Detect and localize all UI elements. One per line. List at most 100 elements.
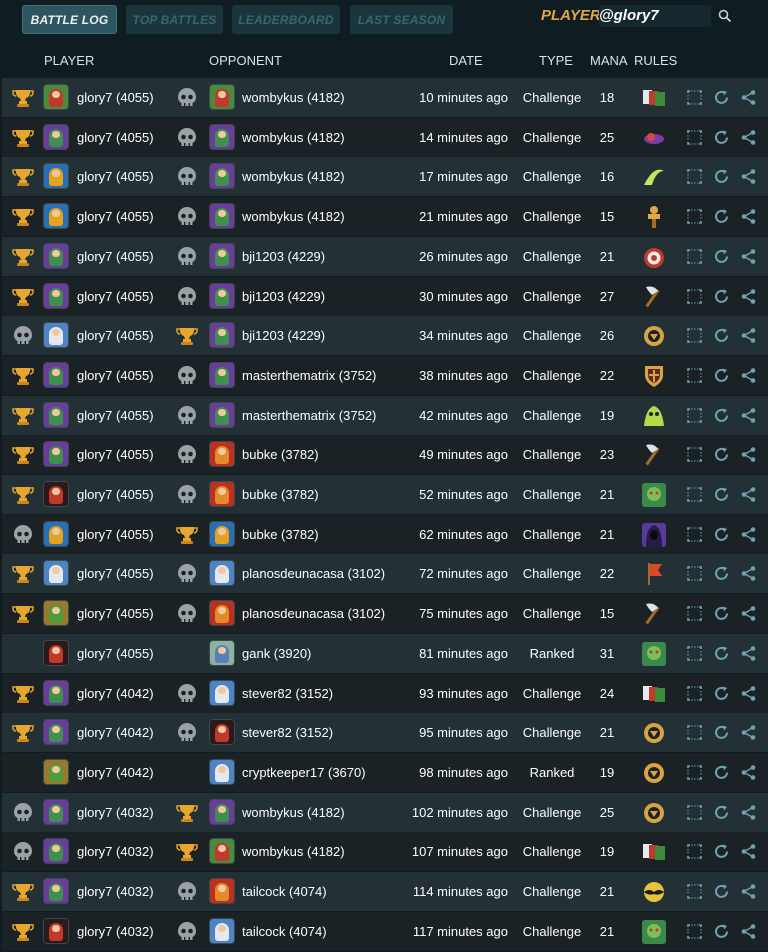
share-icon[interactable] [740, 605, 757, 622]
expand-icon[interactable] [686, 168, 703, 185]
player-name[interactable]: glory7 (4055) [77, 197, 154, 236]
rule-goblin-icon[interactable] [640, 918, 668, 946]
expand-icon[interactable] [686, 685, 703, 702]
share-icon[interactable] [740, 288, 757, 305]
opponent-avatar[interactable] [209, 719, 235, 746]
opponent-avatar[interactable] [209, 361, 235, 388]
replay-icon[interactable] [713, 288, 730, 305]
share-icon[interactable] [740, 89, 757, 106]
opponent-avatar[interactable] [209, 322, 235, 349]
expand-icon[interactable] [686, 804, 703, 821]
player-avatar[interactable] [43, 84, 69, 110]
opponent-avatar[interactable] [209, 679, 235, 706]
expand-icon[interactable] [686, 446, 703, 463]
rule-dummy-icon[interactable] [640, 203, 668, 231]
opponent-name[interactable]: wombykus (4182) [242, 118, 345, 157]
rule-bat-icon[interactable] [640, 878, 668, 906]
player-name[interactable]: glory7 (4055) [77, 634, 154, 673]
opponent-name[interactable]: tailcock (4074) [242, 872, 327, 911]
expand-icon[interactable] [686, 526, 703, 543]
player-name[interactable]: glory7 (4055) [77, 118, 154, 157]
share-icon[interactable] [740, 526, 757, 543]
expand-icon[interactable] [686, 248, 703, 265]
replay-icon[interactable] [713, 327, 730, 344]
replay-icon[interactable] [713, 565, 730, 582]
expand-icon[interactable] [686, 764, 703, 781]
expand-icon[interactable] [686, 486, 703, 503]
player-name[interactable]: glory7 (4032) [77, 793, 154, 832]
column-header-type[interactable]: TYPE [539, 53, 573, 68]
replay-icon[interactable] [713, 208, 730, 225]
opponent-name[interactable]: gank (3920) [242, 634, 311, 673]
replay-icon[interactable] [713, 883, 730, 900]
opponent-avatar[interactable] [209, 639, 235, 666]
player-avatar[interactable] [43, 758, 69, 785]
rule-goblin-icon[interactable] [640, 640, 668, 668]
rule-hood-icon[interactable] [640, 521, 668, 549]
opponent-name[interactable]: tailcock (4074) [242, 912, 327, 951]
replay-icon[interactable] [713, 89, 730, 106]
player-avatar[interactable] [43, 639, 69, 666]
player-avatar[interactable] [43, 322, 69, 349]
replay-icon[interactable] [713, 168, 730, 185]
replay-icon[interactable] [713, 605, 730, 622]
share-icon[interactable] [740, 168, 757, 185]
opponent-avatar[interactable] [209, 401, 235, 428]
share-icon[interactable] [740, 486, 757, 503]
player-avatar[interactable] [43, 878, 69, 904]
player-avatar[interactable] [43, 123, 69, 150]
share-icon[interactable] [740, 446, 757, 463]
opponent-avatar[interactable] [209, 758, 235, 785]
rule-coin-icon[interactable] [640, 799, 668, 827]
opponent-avatar[interactable] [209, 838, 235, 865]
replay-icon[interactable] [713, 486, 730, 503]
player-name[interactable]: glory7 (4055) [77, 554, 154, 593]
replay-icon[interactable] [713, 129, 730, 146]
opponent-name[interactable]: masterthematrix (3752) [242, 396, 376, 435]
player-name[interactable]: glory7 (4055) [77, 475, 154, 514]
rule-axe-icon[interactable] [640, 600, 668, 628]
player-name[interactable]: glory7 (4055) [77, 594, 154, 633]
expand-icon[interactable] [686, 208, 703, 225]
opponent-name[interactable]: stever82 (3152) [242, 713, 333, 752]
share-icon[interactable] [740, 804, 757, 821]
player-avatar[interactable] [43, 560, 69, 587]
expand-icon[interactable] [686, 645, 703, 662]
expand-icon[interactable] [686, 288, 703, 305]
column-header-mana[interactable]: MANA [590, 53, 628, 68]
opponent-avatar[interactable] [209, 84, 235, 110]
rule-axe-icon[interactable] [640, 441, 668, 469]
player-name[interactable]: glory7 (4042) [77, 713, 154, 752]
opponent-avatar[interactable] [209, 123, 235, 150]
tab-top-battles[interactable]: TOP BATTLES [126, 5, 223, 34]
replay-icon[interactable] [713, 764, 730, 781]
expand-icon[interactable] [686, 883, 703, 900]
player-name[interactable]: glory7 (4032) [77, 832, 154, 871]
player-avatar[interactable] [43, 361, 69, 388]
opponent-name[interactable]: wombykus (4182) [242, 78, 345, 117]
tab-battle-log[interactable]: BATTLE LOG [22, 5, 117, 34]
player-search-input[interactable]: @glory7 [599, 5, 711, 27]
search-icon[interactable] [718, 9, 732, 23]
opponent-name[interactable]: cryptkeeper17 (3670) [242, 753, 366, 792]
player-avatar[interactable] [43, 838, 69, 865]
player-name[interactable]: glory7 (4055) [77, 157, 154, 196]
opponent-name[interactable]: stever82 (3152) [242, 674, 333, 713]
player-avatar[interactable] [43, 481, 69, 507]
opponent-avatar[interactable] [209, 560, 235, 587]
player-avatar[interactable] [43, 600, 69, 627]
player-avatar[interactable] [43, 203, 69, 230]
share-icon[interactable] [740, 764, 757, 781]
opponent-avatar[interactable] [209, 798, 235, 825]
opponent-avatar[interactable] [209, 481, 235, 507]
expand-icon[interactable] [686, 565, 703, 582]
opponent-name[interactable]: bji1203 (4229) [242, 237, 325, 276]
opponent-name[interactable]: bji1203 (4229) [242, 316, 325, 355]
player-avatar[interactable] [43, 441, 69, 468]
expand-icon[interactable] [686, 367, 703, 384]
player-name[interactable]: glory7 (4055) [77, 515, 154, 554]
expand-icon[interactable] [686, 843, 703, 860]
player-avatar[interactable] [43, 679, 69, 706]
player-avatar[interactable] [43, 719, 69, 746]
player-name[interactable]: glory7 (4055) [77, 277, 154, 316]
